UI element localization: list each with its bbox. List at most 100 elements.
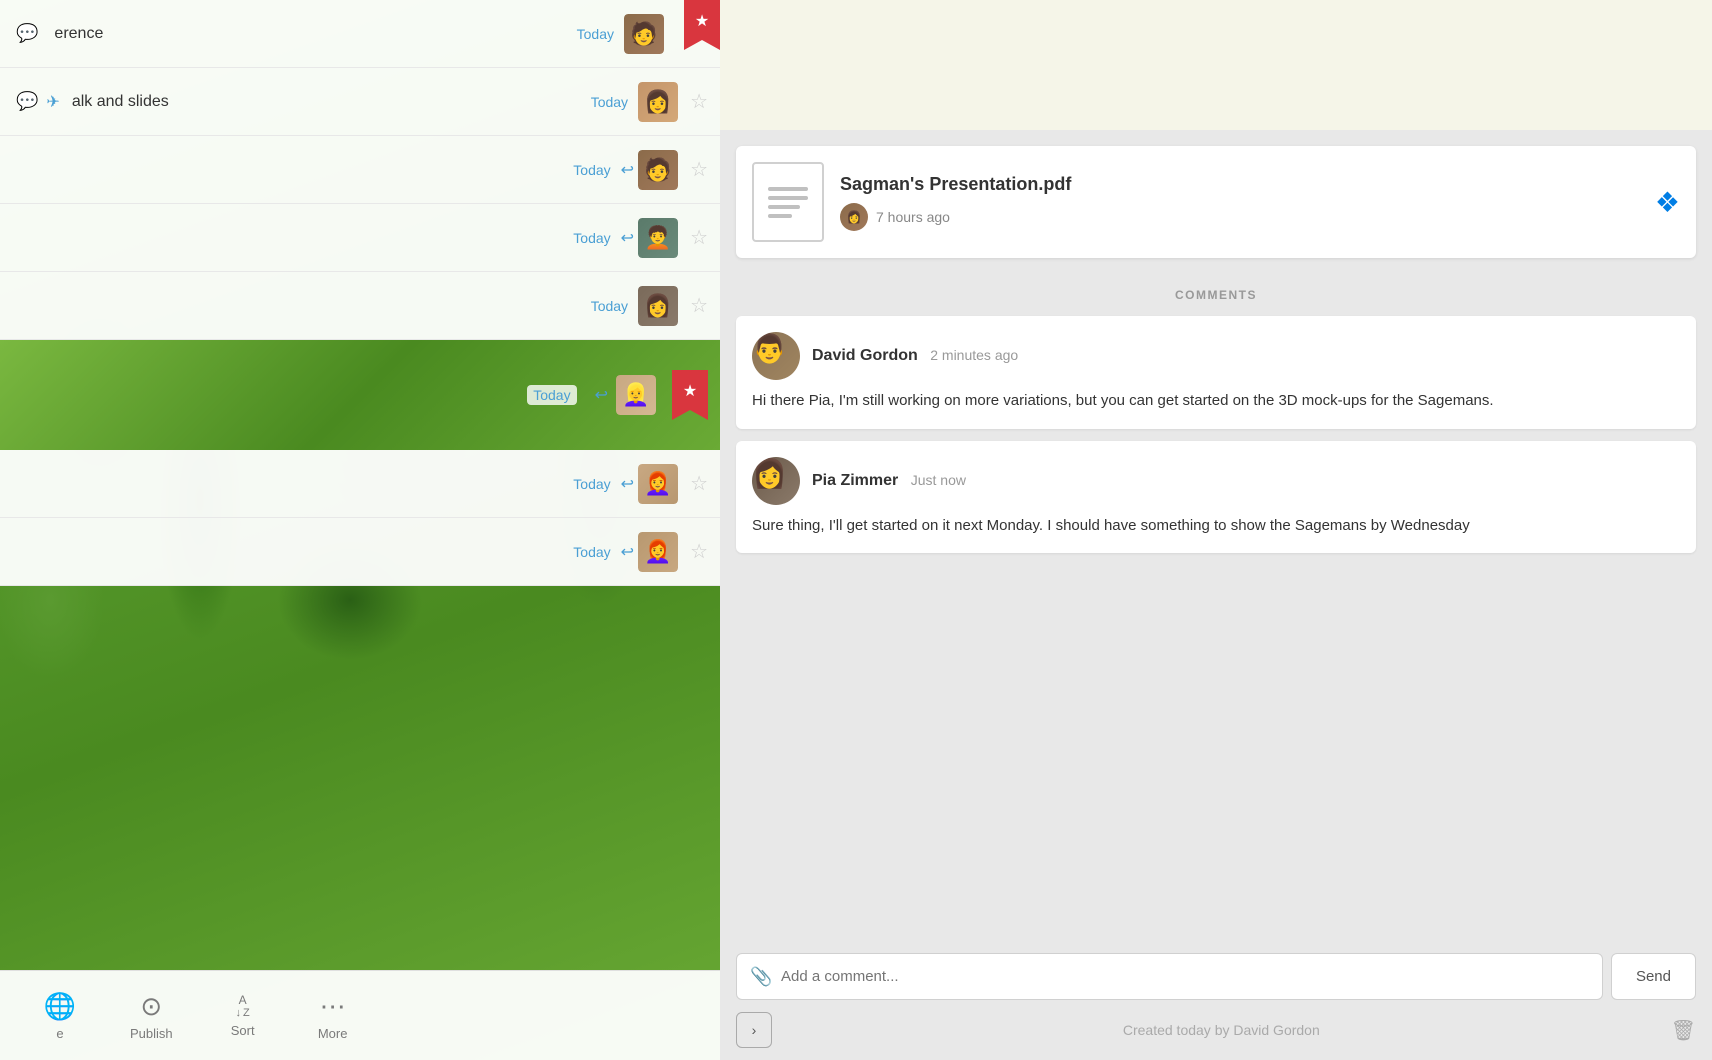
- comment-header: 👨 David Gordon 2 minutes ago: [752, 332, 1680, 380]
- list-item[interactable]: Today 👩 ☆: [0, 272, 720, 340]
- file-author-avatar: 👩: [840, 203, 868, 231]
- file-line: [768, 187, 809, 191]
- comment-avatar: 👩: [752, 457, 800, 505]
- comments-section: COMMENTS 👨 David Gordon 2 minutes ago Hi…: [720, 274, 1712, 941]
- item-date: Today: [573, 230, 610, 246]
- paperclip-icon: 📎: [750, 966, 772, 987]
- comment-card: 👩 Pia Zimmer Just now Sure thing, I'll g…: [736, 441, 1696, 554]
- toolbar-item-sort[interactable]: A ↓Z Sort: [203, 985, 283, 1046]
- star-icon: ★: [683, 381, 697, 401]
- send-button[interactable]: Send: [1611, 953, 1696, 1000]
- file-line: [768, 196, 809, 200]
- item-text: alk and slides: [64, 93, 591, 111]
- share-world-icon: 🌐: [44, 991, 76, 1022]
- star-icon: ★: [695, 11, 709, 31]
- comment-author-name: David Gordon: [812, 347, 918, 364]
- expand-button[interactable]: ›: [736, 1012, 772, 1048]
- comment-avatar: 👨: [752, 332, 800, 380]
- comment-header: 👩 Pia Zimmer Just now: [752, 457, 1680, 505]
- toolbar-sort-label: Sort: [231, 1023, 255, 1038]
- file-card: Sagman's Presentation.pdf 👩 7 hours ago …: [736, 146, 1696, 258]
- comment-card: 👨 David Gordon 2 minutes ago Hi there Pi…: [736, 316, 1696, 429]
- comments-header: COMMENTS: [736, 274, 1696, 316]
- file-line: [768, 205, 801, 209]
- more-icon: ⋯: [320, 991, 346, 1022]
- delete-icon[interactable]: 🗑: [1671, 1018, 1696, 1043]
- publish-icon: ⊙: [140, 991, 162, 1022]
- file-meta: 👩 7 hours ago: [840, 203, 1655, 231]
- right-panel: Sagman's Presentation.pdf 👩 7 hours ago …: [720, 0, 1712, 1060]
- avatar: 👩‍🦰: [638, 464, 678, 504]
- file-info: Sagman's Presentation.pdf 👩 7 hours ago: [840, 174, 1655, 231]
- comment-input-wrapper: 📎: [736, 953, 1603, 1000]
- toolbar-item-publish[interactable]: ⊙ Publish: [110, 983, 193, 1049]
- item-text: erence: [46, 25, 576, 43]
- list-item[interactable]: 💬 erence Today 🧑 ★: [0, 0, 720, 68]
- comment-author-block: Pia Zimmer Just now: [812, 472, 966, 490]
- avatar: 🧑: [638, 150, 678, 190]
- image-list-item[interactable]: Today ↩ 👱‍♀️ ★: [0, 340, 720, 450]
- comment-author-name: Pia Zimmer: [812, 472, 898, 489]
- bottom-toolbar: 🌐 e ⊙ Publish A ↓Z Sort ⋯ More: [0, 970, 720, 1060]
- item-date: Today: [573, 476, 610, 492]
- chat-icon: 💬: [16, 23, 38, 44]
- file-line: [768, 214, 792, 218]
- bookmark-icon[interactable]: ★: [684, 0, 720, 50]
- item-date: Today: [577, 26, 614, 42]
- top-note-area: [720, 0, 1712, 130]
- item-date: Today: [591, 94, 628, 110]
- dropbox-icon[interactable]: ❖: [1655, 186, 1680, 219]
- toolbar-item-share[interactable]: 🌐 e: [20, 983, 100, 1049]
- file-name: Sagman's Presentation.pdf: [840, 174, 1655, 195]
- star-icon[interactable]: ☆: [690, 89, 708, 114]
- list-item[interactable]: 💬 ✈ alk and slides Today 👩 ☆: [0, 68, 720, 136]
- avatar: 🧑‍🦱: [638, 218, 678, 258]
- left-panel: 💬 erence Today 🧑 ★ 💬 ✈ alk and slides To…: [0, 0, 720, 1060]
- reply-icon: ↩: [621, 542, 634, 562]
- chat-icon: 💬: [16, 91, 38, 112]
- file-thumbnail: [752, 162, 824, 242]
- list-item[interactable]: Today ↩ 🧑 ☆: [0, 136, 720, 204]
- reply-icon: ↩: [621, 228, 634, 248]
- comment-input[interactable]: [736, 953, 1603, 1000]
- item-date: Today: [573, 162, 610, 178]
- item-date: Today: [591, 298, 628, 314]
- avatar: 👩: [638, 82, 678, 122]
- file-preview-lines: [768, 187, 809, 218]
- avatar: 🧑: [624, 14, 664, 54]
- chevron-right-icon: ›: [752, 1022, 757, 1038]
- list-item[interactable]: Today ↩ 👩‍🦰 ☆: [0, 518, 720, 586]
- image-row-overlay: Today ↩ 👱‍♀️ ★: [527, 340, 720, 450]
- comment-input-row: 📎 Send: [736, 953, 1696, 1000]
- toolbar-share-label: e: [56, 1026, 63, 1041]
- comment-text: Sure thing, I'll get started on it next …: [752, 515, 1680, 538]
- file-time: 7 hours ago: [876, 209, 950, 225]
- toolbar-publish-label: Publish: [130, 1026, 173, 1041]
- reply-icon: ↩: [595, 385, 608, 405]
- comment-text: Hi there Pia, I'm still working on more …: [752, 390, 1680, 413]
- reply-icon: ↩: [621, 474, 634, 494]
- star-icon[interactable]: ☆: [690, 539, 708, 564]
- toolbar-more-label: More: [318, 1026, 348, 1041]
- comment-footer: › Created today by David Gordon 🗑: [736, 1012, 1696, 1048]
- list-item[interactable]: Today ↩ 🧑‍🦱 ☆: [0, 204, 720, 272]
- avatar: 👩: [638, 286, 678, 326]
- avatar: 👱‍♀️: [616, 375, 656, 415]
- star-icon[interactable]: ☆: [690, 471, 708, 496]
- bookmark-icon[interactable]: ★: [672, 370, 708, 420]
- item-date: Today: [527, 385, 576, 405]
- comment-author-block: David Gordon 2 minutes ago: [812, 347, 1018, 365]
- footer-created-text: Created today by David Gordon: [772, 1022, 1671, 1038]
- item-date: Today: [573, 544, 610, 560]
- star-icon[interactable]: ☆: [690, 157, 708, 182]
- comment-time: 2 minutes ago: [930, 347, 1018, 363]
- toolbar-item-more[interactable]: ⋯ More: [293, 983, 373, 1049]
- share-icon: ✈: [46, 92, 59, 112]
- list-items-container: 💬 erence Today 🧑 ★ 💬 ✈ alk and slides To…: [0, 0, 720, 586]
- comment-input-area: 📎 Send › Created today by David Gordon 🗑: [720, 941, 1712, 1060]
- star-icon[interactable]: ☆: [690, 293, 708, 318]
- star-icon[interactable]: ☆: [690, 225, 708, 250]
- reply-icon: ↩: [621, 160, 634, 180]
- list-item[interactable]: Today ↩ 👩‍🦰 ☆: [0, 450, 720, 518]
- avatar-initial: 👩: [847, 210, 862, 224]
